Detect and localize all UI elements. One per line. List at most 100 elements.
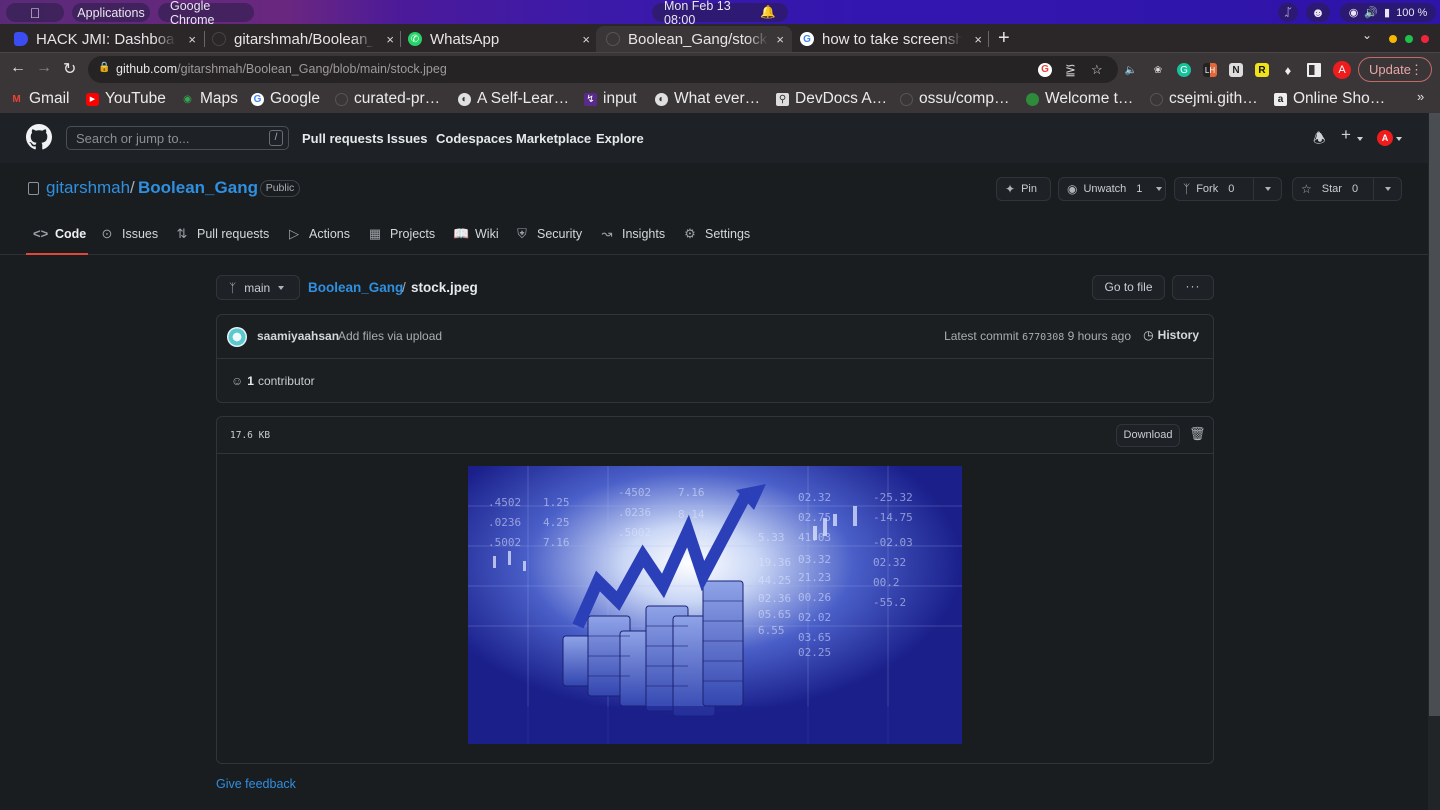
search-input[interactable]: Search or jump to... / — [66, 126, 289, 150]
tab-wiki[interactable]: 📖 Wiki — [453, 226, 499, 242]
nav-explore[interactable]: Explore — [596, 131, 644, 146]
google-lens-icon[interactable]: G — [1038, 63, 1052, 77]
fork-label: Fork — [1196, 183, 1219, 195]
google-icon: G — [800, 32, 814, 46]
fork-button[interactable]: ᛉ Fork 0 — [1175, 178, 1253, 200]
tab-projects[interactable]: ▦ Projects — [368, 226, 435, 242]
browser-tab[interactable]: G how to take screenshot × — [800, 26, 990, 52]
page-scrollbar-thumb[interactable] — [1429, 113, 1440, 716]
clock[interactable]: Mon Feb 13 08:00 🔔 — [652, 0, 788, 27]
nav-pull-requests[interactable]: Pull requests — [302, 131, 384, 146]
tab-security[interactable]: ⛨ Security — [515, 226, 582, 242]
repo-owner-link[interactable]: gitarshmah — [46, 178, 130, 198]
star-button[interactable]: ☆ Star 0 — [1293, 178, 1373, 200]
leetcode-helper-icon[interactable]: LH — [1203, 63, 1217, 77]
bookmark-maps[interactable]: ◉ Maps — [181, 90, 238, 108]
repo-name-link[interactable]: Boolean_Gang — [138, 178, 258, 198]
more-options-button[interactable]: ··· — [1172, 275, 1214, 300]
new-tab-button[interactable]: + — [998, 27, 1010, 50]
more-bookmarks-button[interactable]: » — [1417, 89, 1424, 104]
bookmark-what-ever[interactable]: ◐ What ever… — [655, 90, 760, 108]
close-window-button[interactable] — [1421, 35, 1429, 43]
browser-tab[interactable]: HACK JMI: Dashboard × — [14, 26, 204, 52]
forward-arrow-icon[interactable]: → — [36, 59, 52, 77]
close-icon[interactable]: × — [386, 32, 394, 47]
grammarly-icon[interactable]: G — [1177, 63, 1191, 77]
bookmark-star-icon[interactable]: ☆ — [1091, 62, 1103, 78]
star-dropdown[interactable] — [1373, 178, 1401, 200]
minimize-button[interactable] — [1389, 35, 1397, 43]
address-bar[interactable]: 🔒 github.com/gitarshmah/Boolean_Gang/blo… — [88, 56, 1118, 83]
bookmark-amazon[interactable]: a Online Sho… — [1274, 90, 1385, 108]
nav-marketplace[interactable]: Marketplace — [516, 131, 591, 146]
bookmark-csejmi[interactable]: csejmi.gith… — [1150, 90, 1258, 108]
active-app-menu[interactable]: Google Chrome — [158, 0, 254, 27]
nav-codespaces[interactable]: Codespaces — [436, 131, 513, 146]
download-button[interactable]: Download — [1116, 424, 1180, 447]
accessibility-icon[interactable]: ☻ — [1306, 3, 1330, 22]
side-panel-icon[interactable] — [1307, 63, 1321, 77]
bookmark-self-learn[interactable]: ◐ A Self-Lear… — [458, 90, 569, 108]
extension-paw-icon[interactable]: ❀ — [1151, 63, 1165, 77]
close-icon[interactable]: × — [188, 32, 196, 47]
bluetooth-icon[interactable]: ᛢ — [1278, 3, 1298, 22]
tab-code[interactable]: <> Code — [33, 226, 86, 241]
tab-label: Projects — [390, 227, 436, 241]
close-icon[interactable]: × — [582, 32, 590, 47]
create-new-plus-icon[interactable]: + — [1341, 125, 1351, 145]
commit-author-link[interactable]: saamiyaahsan — [257, 329, 339, 343]
nav-issues[interactable]: Issues — [387, 131, 427, 146]
bookmark-curated[interactable]: curated-pr… — [335, 90, 440, 108]
go-to-file-button[interactable]: Go to file — [1092, 275, 1165, 300]
update-button[interactable]: Update ⋮ — [1358, 57, 1432, 82]
tab-muted-icon[interactable]: 🔈 — [1124, 63, 1138, 77]
close-icon[interactable]: × — [974, 32, 982, 47]
bookmark-gmail[interactable]: M Gmail — [10, 90, 69, 108]
browser-tab[interactable]: gitarshmah/Boolean_Gang × — [212, 26, 402, 52]
user-avatar[interactable]: A — [1377, 130, 1393, 146]
contributors-row[interactable]: ☺ 1 contributor — [231, 374, 315, 388]
tab-search-chevron-icon[interactable]: ⌄ — [1362, 28, 1372, 42]
tab-settings[interactable]: ⚙ Settings — [683, 226, 750, 242]
notion-icon[interactable]: N — [1229, 63, 1243, 77]
commit-author-avatar[interactable] — [227, 327, 247, 347]
breadcrumb-repo-link[interactable]: Boolean_Gang — [308, 280, 403, 295]
tab-issues[interactable]: ⊙ Issues — [100, 226, 159, 242]
commit-message-link[interactable]: Add files via upload — [338, 329, 442, 343]
bookmark-welcome[interactable]: Welcome t… — [1026, 90, 1133, 108]
browser-tab-active[interactable]: Boolean_Gang/stock.jpeg × — [596, 26, 792, 52]
applications-menu[interactable]: Applications — [72, 3, 150, 22]
readwise-icon[interactable]: R — [1255, 63, 1269, 77]
bookmark-ossu[interactable]: ossu/comp… — [900, 90, 1009, 108]
notification-bell-icon[interactable]: 🕭 — [1313, 128, 1326, 152]
close-icon[interactable]: × — [776, 32, 784, 47]
svg-text:-4502: -4502 — [618, 486, 651, 499]
trash-icon[interactable]: 🗑 — [1189, 426, 1206, 442]
profile-avatar[interactable]: A — [1333, 61, 1351, 79]
bookmark-youtube[interactable]: ▶ YouTube — [86, 90, 166, 108]
give-feedback-link[interactable]: Give feedback — [216, 777, 296, 791]
reload-icon[interactable]: ↻ — [63, 59, 76, 79]
system-status-menu[interactable]: ◉ 🔊 ▮ 100 % — [1340, 3, 1436, 22]
share-icon[interactable]: ⪠ — [1065, 62, 1076, 78]
github-logo-icon[interactable] — [26, 124, 52, 150]
commit-sha-link[interactable]: 6770308 — [1022, 332, 1064, 343]
browser-tab[interactable]: ✆ WhatsApp × — [408, 26, 598, 52]
fork-dropdown[interactable] — [1253, 178, 1281, 200]
extensions-puzzle-icon[interactable]: ♦ — [1281, 63, 1295, 78]
bookmark-devdocs[interactable]: ⚲ DevDocs A… — [776, 90, 887, 108]
branch-selector[interactable]: ᛉ main — [216, 275, 300, 300]
github-icon — [900, 92, 913, 106]
pin-button[interactable]: ✦ Pin — [996, 177, 1051, 201]
unwatch-button[interactable]: ◉ Unwatch 1 — [1058, 177, 1166, 201]
tab-pull-requests[interactable]: ⇅ Pull requests — [175, 226, 270, 242]
bookmark-input[interactable]: ↯ input — [584, 90, 637, 108]
bookmark-google[interactable]: G Google — [251, 90, 320, 108]
maximize-button[interactable] — [1405, 35, 1413, 43]
apple-icon[interactable]:  — [6, 3, 64, 22]
tab-actions[interactable]: ▷ Actions — [287, 226, 350, 242]
history-link[interactable]: ◷ History — [1143, 328, 1199, 342]
tab-insights[interactable]: ↝ Insights — [600, 226, 666, 242]
back-arrow-icon[interactable]: ← — [10, 59, 26, 77]
repo-path-separator: / — [130, 178, 135, 197]
